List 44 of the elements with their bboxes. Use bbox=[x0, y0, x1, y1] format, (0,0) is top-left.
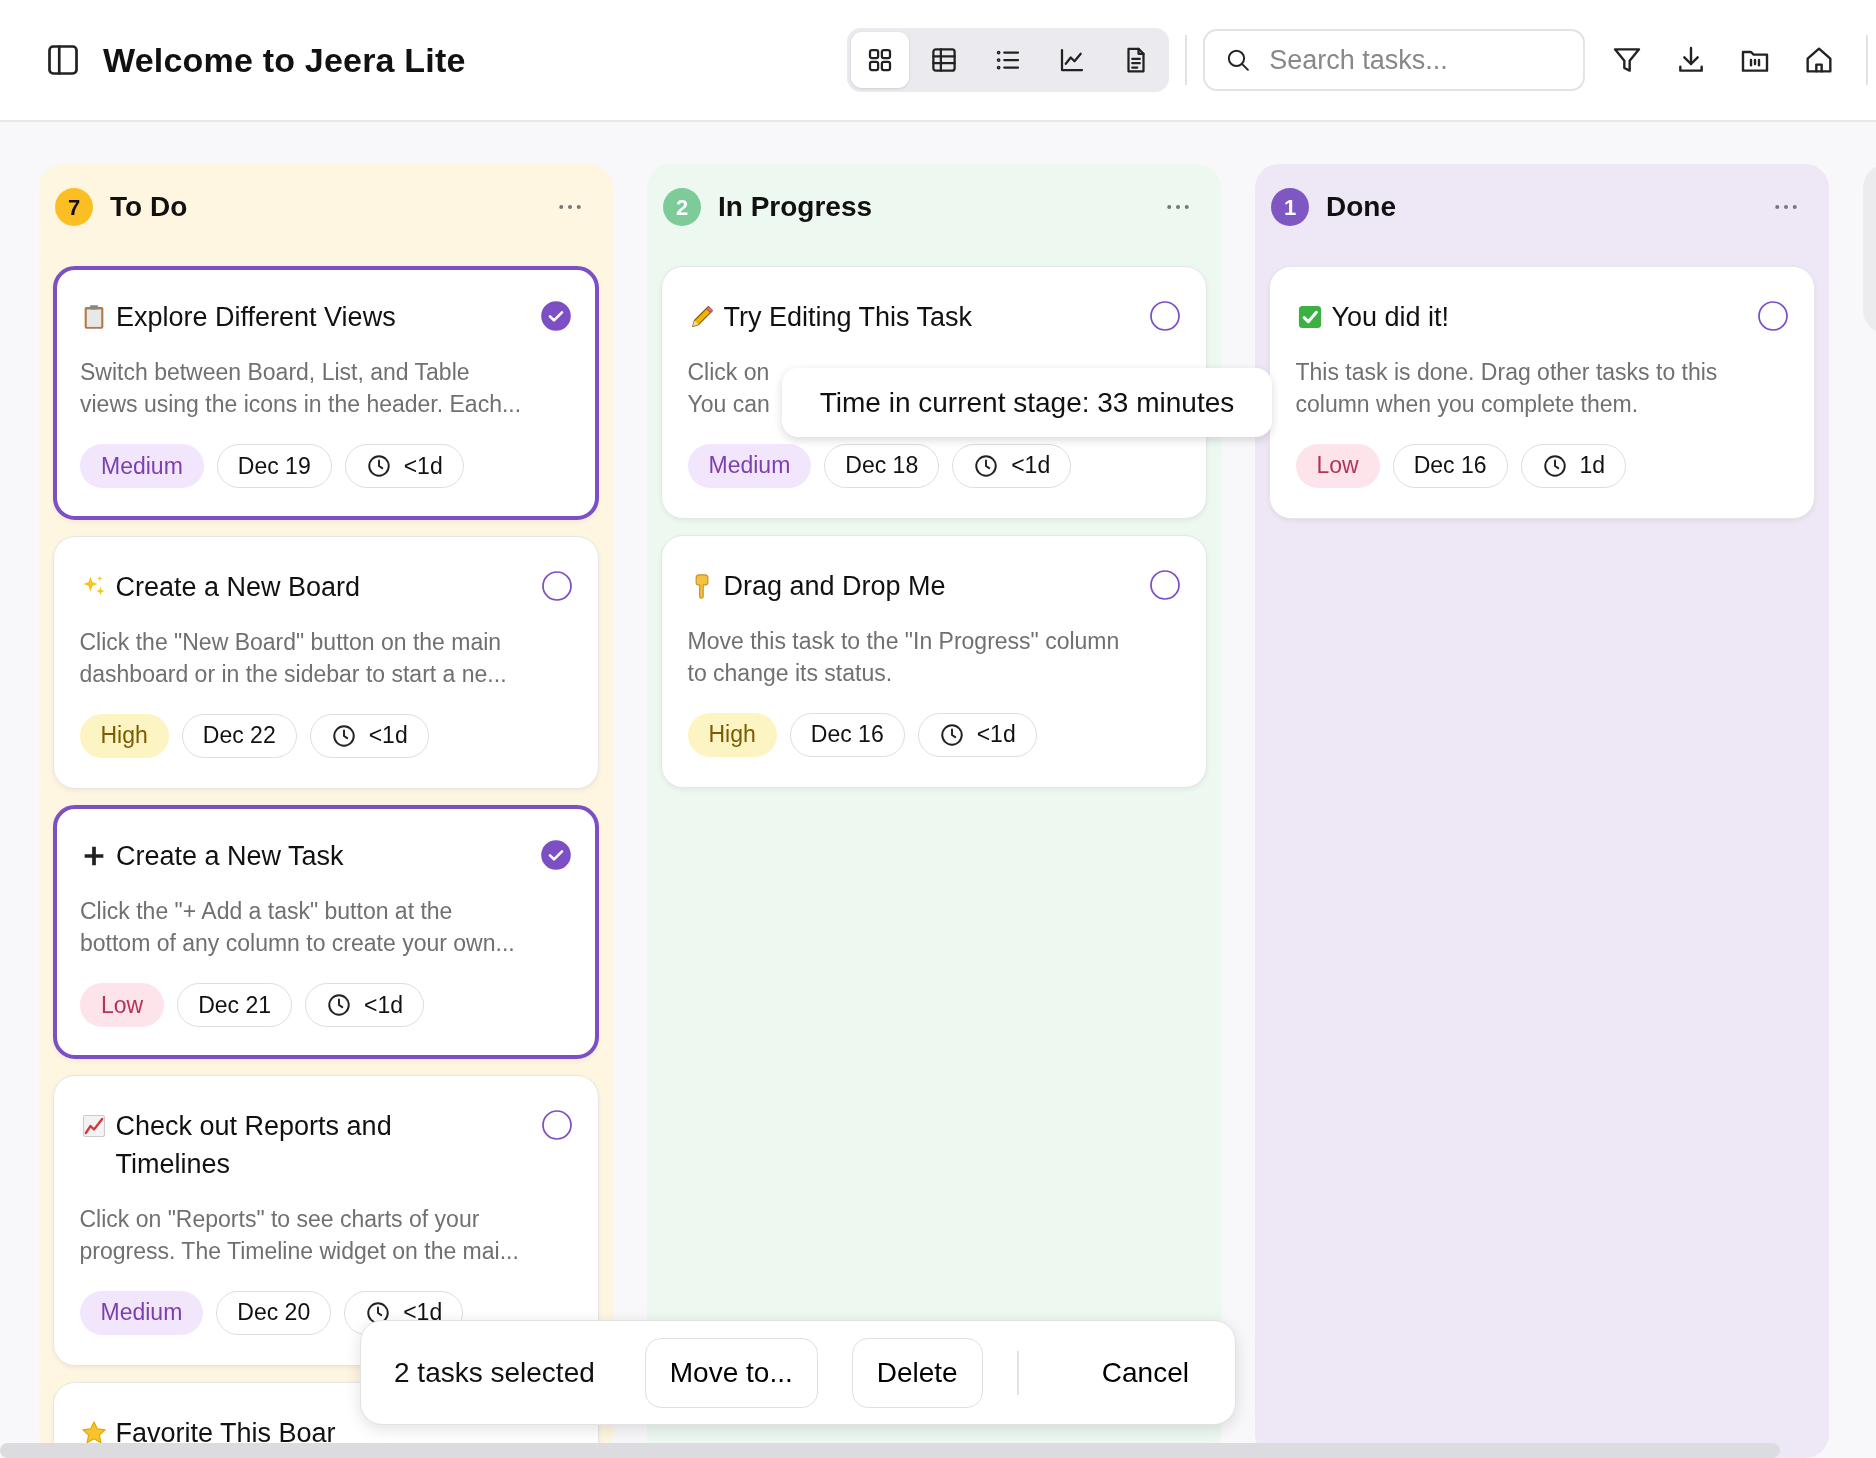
task-title: Try Editing This Task bbox=[723, 300, 973, 334]
time-label: <1d bbox=[364, 990, 404, 1020]
task-title: Drag and Drop Me bbox=[723, 569, 946, 603]
app-title: Welcome to Jeera Lite bbox=[103, 39, 466, 81]
due-date-tag: Dec 19 bbox=[216, 444, 332, 488]
task-description: Switch between Board, List, and Table views using the icons in the header. Each... bbox=[80, 358, 522, 419]
count-badge: 7 bbox=[55, 188, 93, 226]
priority-tag: Low bbox=[80, 983, 165, 1027]
priority-tag: Low bbox=[1295, 443, 1380, 488]
time-label: <1d bbox=[403, 451, 443, 481]
tooltip: Time in current stage: 33 minutes bbox=[782, 368, 1272, 437]
column-title: Done bbox=[1326, 190, 1396, 224]
column-title: To Do bbox=[110, 190, 188, 224]
task-description: Click the "+ Add a task" button at the bottom of any column to create your own... bbox=[80, 897, 515, 958]
task-title: Check out Reports and Timelines bbox=[115, 1109, 392, 1181]
time-label: 1d bbox=[1579, 451, 1606, 481]
task-title: Favorite This Boar bbox=[115, 1416, 336, 1450]
due-date-tag: Dec 22 bbox=[181, 713, 297, 758]
priority-tag: Medium bbox=[79, 1290, 204, 1335]
time-label: <1d bbox=[368, 721, 408, 751]
task-description: Move this task to the "In Progress" column to change its status. bbox=[687, 626, 1120, 688]
task-title: Create a New Task bbox=[116, 840, 344, 873]
time-label: <1d bbox=[1011, 451, 1051, 481]
task-title: Create a New Board bbox=[115, 570, 361, 604]
task-description: This task is done. Drag other tasks to this column when you complete them. bbox=[1295, 357, 1718, 419]
task-description: Click on You can bbox=[687, 357, 770, 419]
time-label: <1d bbox=[403, 1298, 443, 1328]
due-date-tag: Dec 21 bbox=[177, 983, 293, 1027]
priority-tag: Medium bbox=[687, 443, 812, 488]
task-description: Click on "Reports" to see charts of your progress. The Timeline widget on the mai... bbox=[79, 1204, 519, 1266]
due-date-tag: Dec 18 bbox=[824, 443, 940, 488]
time-label: <1d bbox=[976, 720, 1016, 750]
count-badge: 2 bbox=[663, 188, 701, 226]
priority-tag: High bbox=[687, 712, 777, 757]
priority-tag: High bbox=[79, 713, 169, 758]
due-date-tag: Dec 16 bbox=[1392, 443, 1508, 488]
column-title: In Progress bbox=[718, 190, 873, 224]
count-badge: 1 bbox=[1271, 188, 1309, 226]
priority-tag: Medium bbox=[80, 444, 204, 488]
task-title: Explore Different Views bbox=[116, 301, 396, 334]
due-date-tag: Dec 20 bbox=[216, 1290, 332, 1335]
task-description: Click the "New Board" button on the main dashboard or in the sidebar to start a ne... bbox=[79, 627, 507, 689]
due-date-tag: Dec 16 bbox=[789, 712, 905, 757]
task-title: You did it! bbox=[1331, 300, 1450, 334]
